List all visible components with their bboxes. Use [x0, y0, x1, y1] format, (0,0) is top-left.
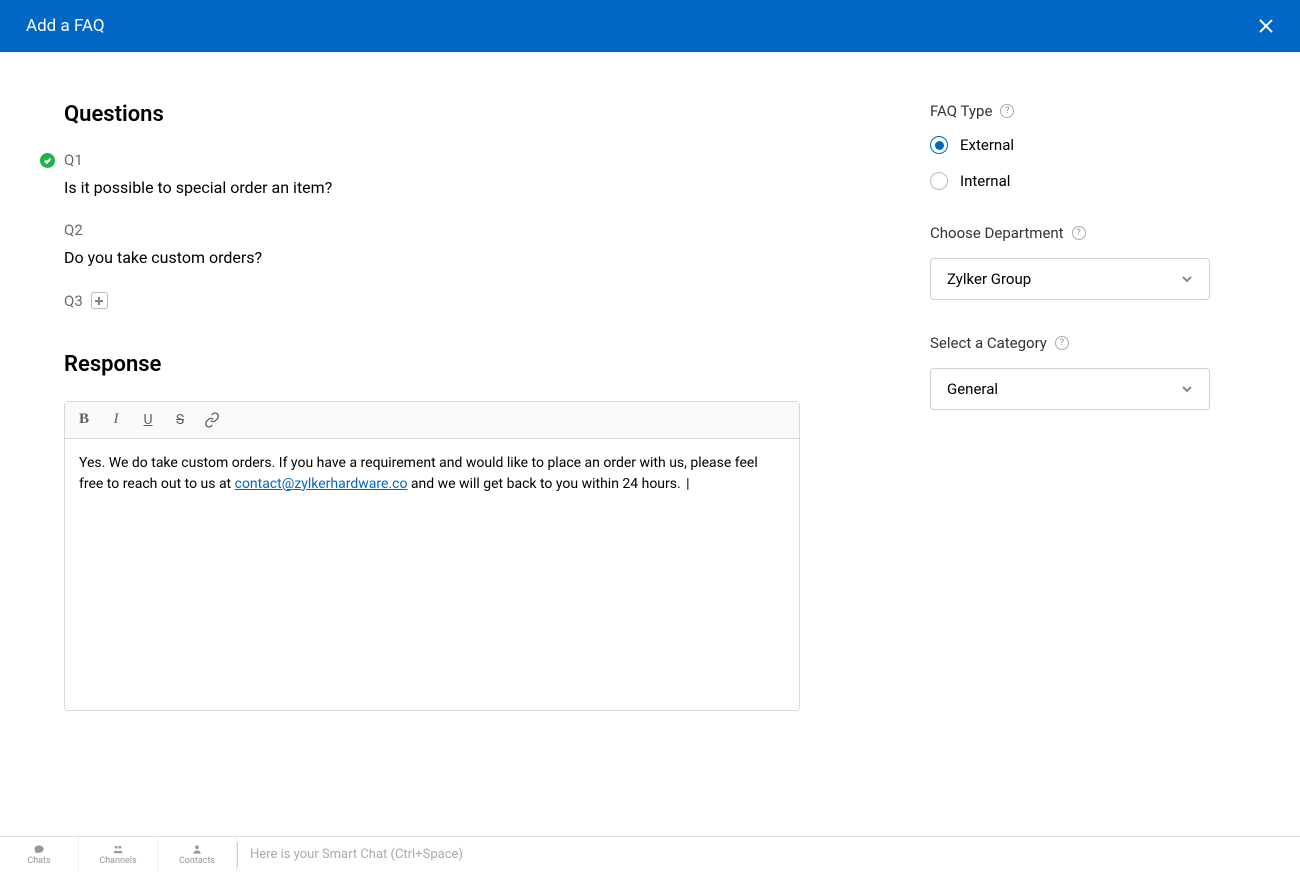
strikethrough-button[interactable]: S: [171, 411, 189, 429]
check-icon: [40, 153, 55, 168]
add-question-button[interactable]: [91, 292, 108, 309]
question-1: Q1 Is it possible to special order an it…: [64, 151, 800, 199]
bottom-bar: Chats Channels Contacts Here is your Sma…: [0, 836, 1300, 872]
chevron-down-icon: [1181, 383, 1193, 395]
help-icon[interactable]: ?: [1000, 104, 1014, 118]
channels-icon: [111, 844, 125, 855]
link-button[interactable]: [203, 411, 221, 429]
faq-type-section: FAQ Type ? External Internal: [930, 102, 1210, 190]
q1-label: Q1: [64, 151, 800, 169]
text-cursor: |: [686, 476, 689, 492]
editor-textarea[interactable]: Yes. We do take custom orders. If you ha…: [65, 439, 799, 710]
contacts-icon: [190, 844, 204, 855]
department-section: Choose Department ? Zylker Group: [930, 224, 1210, 300]
question-2: Q2 Do you take custom orders?: [64, 221, 800, 269]
q2-label: Q2: [64, 221, 800, 239]
department-label: Choose Department ?: [930, 224, 1210, 242]
close-icon[interactable]: [1258, 18, 1274, 34]
q1-text[interactable]: Is it possible to special order an item?: [64, 177, 800, 199]
header-title: Add a FAQ: [26, 16, 105, 36]
help-icon[interactable]: ?: [1055, 336, 1069, 350]
radio-external[interactable]: External: [930, 136, 1210, 154]
category-section: Select a Category ? General: [930, 334, 1210, 410]
smart-chat-input[interactable]: Here is your Smart Chat (Ctrl+Space): [238, 847, 1300, 862]
radio-external-label: External: [960, 136, 1014, 154]
q3-label: Q3: [64, 292, 83, 310]
category-value: General: [947, 380, 998, 398]
category-select[interactable]: General: [930, 368, 1210, 410]
left-column: Questions Q1 Is it possible to special o…: [64, 102, 800, 836]
editor-toolbar: B I U S: [65, 402, 799, 439]
response-text-after: and we will get back to you within 24 ho…: [407, 476, 684, 492]
tab-contacts-label: Contacts: [179, 856, 215, 866]
response-editor: B I U S Yes. We do take custom orders. I…: [64, 401, 800, 711]
tab-contacts[interactable]: Contacts: [158, 837, 237, 872]
response-heading: Response: [64, 352, 800, 377]
tab-channels-label: Channels: [99, 856, 136, 866]
response-section: Response B I U S Yes. We do take custom …: [64, 352, 800, 711]
radio-internal-label: Internal: [960, 172, 1010, 190]
radio-circle-unchecked: [930, 172, 948, 190]
tab-chats-label: Chats: [27, 856, 50, 866]
bold-button[interactable]: B: [75, 411, 93, 429]
tab-chats[interactable]: Chats: [0, 837, 79, 872]
radio-circle-checked: [930, 136, 948, 154]
underline-button[interactable]: U: [139, 411, 157, 429]
content-area: Questions Q1 Is it possible to special o…: [0, 52, 1300, 836]
chat-icon: [32, 844, 46, 855]
q2-text[interactable]: Do you take custom orders?: [64, 247, 800, 269]
radio-internal[interactable]: Internal: [930, 172, 1210, 190]
department-value: Zylker Group: [947, 270, 1031, 288]
response-email-link[interactable]: contact@zylkerhardware.co: [235, 476, 408, 492]
question-3-row: Q3: [64, 292, 800, 310]
category-label: Select a Category ?: [930, 334, 1210, 352]
faq-type-label: FAQ Type ?: [930, 102, 1210, 120]
help-icon[interactable]: ?: [1072, 226, 1086, 240]
italic-button[interactable]: I: [107, 411, 125, 429]
chevron-down-icon: [1181, 273, 1193, 285]
questions-heading: Questions: [64, 102, 800, 127]
right-column: FAQ Type ? External Internal Choose Depa…: [930, 102, 1210, 836]
department-select[interactable]: Zylker Group: [930, 258, 1210, 300]
modal-header: Add a FAQ: [0, 0, 1300, 52]
tab-channels[interactable]: Channels: [79, 837, 158, 872]
